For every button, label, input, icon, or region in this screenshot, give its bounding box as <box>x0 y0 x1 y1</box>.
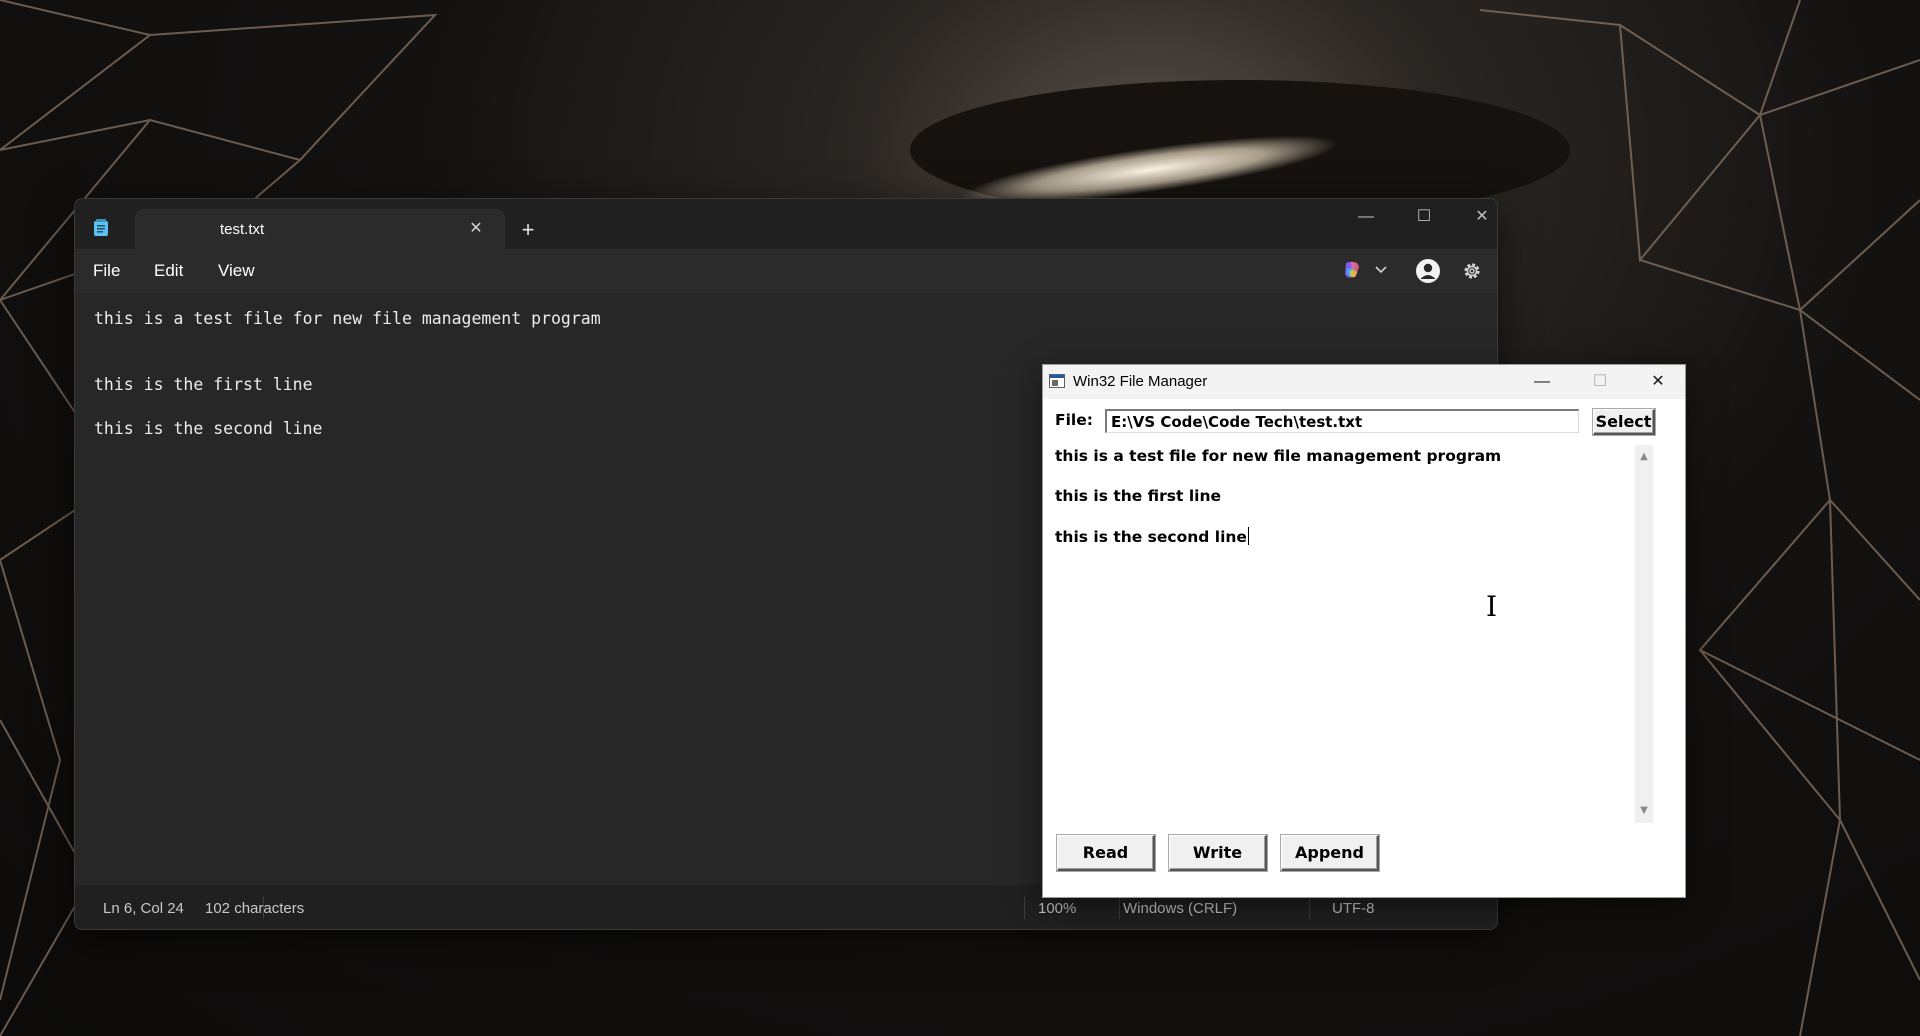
content-line-2: this is the first line <box>1055 487 1222 505</box>
editor-line-3: this is the second line <box>94 419 323 438</box>
new-tab-button[interactable]: + <box>515 217 541 243</box>
vertical-scrollbar[interactable]: ▲ ▼ <box>1635 445 1653 823</box>
status-divider <box>1119 897 1120 919</box>
copilot-icon[interactable] <box>1341 259 1363 281</box>
encoding[interactable]: UTF-8 <box>1332 900 1375 917</box>
content-line-3: this is the second line <box>1055 527 1249 546</box>
close-button[interactable]: ✕ <box>1453 199 1497 235</box>
editor-line-1: this is a test file for new file managem… <box>94 309 601 328</box>
line-ending[interactable]: Windows (CRLF) <box>1123 900 1237 917</box>
cursor-position: Ln 6, Col 24 <box>103 900 184 917</box>
scroll-down-arrow-icon[interactable]: ▼ <box>1635 803 1653 819</box>
write-button[interactable]: Write <box>1169 835 1267 871</box>
account-icon[interactable] <box>1415 258 1441 284</box>
status-divider <box>1024 897 1025 919</box>
content-line-3-text: this is the second line <box>1055 528 1247 546</box>
file-label: File: <box>1055 411 1093 429</box>
menu-file[interactable]: File <box>93 261 120 281</box>
file-manager-window: Win32 File Manager — ☐ ✕ File: E:\VS Cod… <box>1042 364 1686 898</box>
file-content-textarea[interactable]: this is a test file for new file managem… <box>1055 447 1659 819</box>
scroll-up-arrow-icon[interactable]: ▲ <box>1635 449 1653 465</box>
application-window-icon <box>1049 374 1065 388</box>
tab-title: test.txt <box>220 221 265 238</box>
zoom-level[interactable]: 100% <box>1038 900 1076 917</box>
text-cursor-ibeam-icon: I <box>1486 590 1498 623</box>
menu-view[interactable]: View <box>218 261 255 281</box>
settings-gear-icon[interactable] <box>1461 260 1483 282</box>
append-button[interactable]: Append <box>1281 835 1379 871</box>
notepad-titlebar: test.txt ✕ + — ☐ ✕ <box>75 199 1497 249</box>
fm-maximize-button: ☐ <box>1592 373 1608 390</box>
notepad-menubar: File Edit View <box>75 249 1497 293</box>
minimize-button[interactable]: — <box>1337 199 1395 235</box>
character-count: 102 characters <box>205 900 305 917</box>
chevron-down-icon[interactable] <box>1375 266 1387 274</box>
fm-close-button[interactable]: ✕ <box>1629 365 1687 399</box>
status-divider <box>1309 897 1310 919</box>
notepad-app-icon <box>94 219 108 236</box>
text-caret <box>1247 527 1249 545</box>
editor-line-2: this is the first line <box>94 375 313 394</box>
file-manager-title: Win32 File Manager <box>1073 373 1208 390</box>
tab-close-icon[interactable]: ✕ <box>465 218 487 240</box>
menu-edit[interactable]: Edit <box>154 261 183 281</box>
select-button[interactable]: Select <box>1593 409 1655 435</box>
file-path-field[interactable]: E:\VS Code\Code Tech\test.txt <box>1105 409 1579 433</box>
tab-test-txt[interactable]: test.txt ✕ <box>135 209 505 249</box>
content-line-1: this is a test file for new file managem… <box>1055 447 1502 465</box>
maximize-button[interactable]: ☐ <box>1395 199 1453 235</box>
file-manager-titlebar: Win32 File Manager — ☐ ✕ <box>1043 365 1685 399</box>
read-button[interactable]: Read <box>1057 835 1155 871</box>
fm-minimize-button[interactable]: — <box>1513 365 1571 399</box>
